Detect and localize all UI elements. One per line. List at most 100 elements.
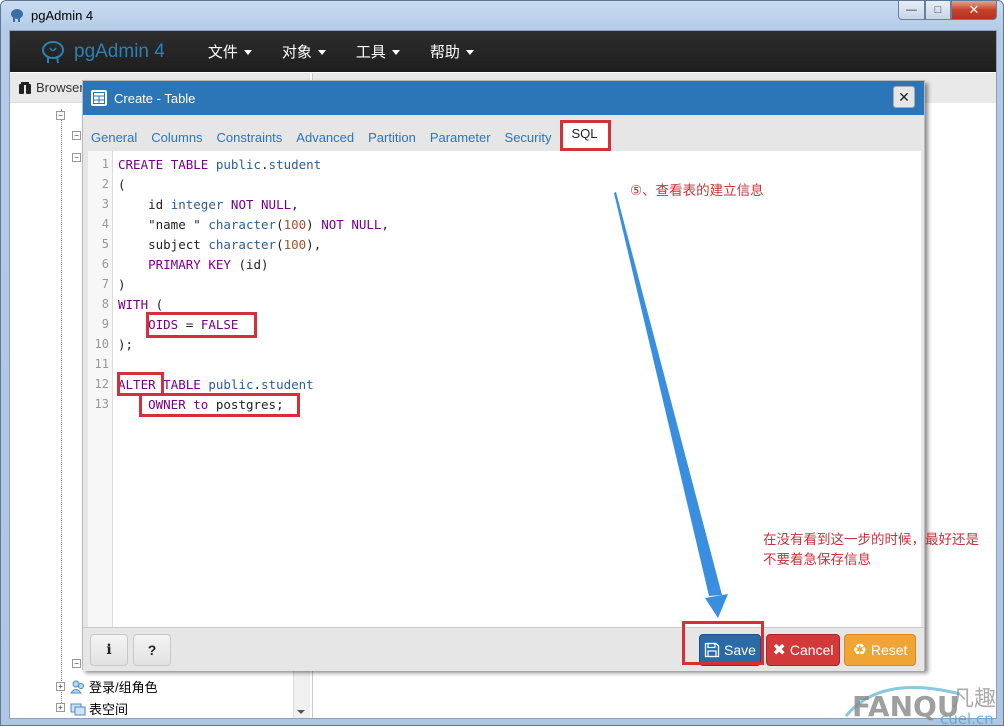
watermark-url: cuel.cn [940, 710, 994, 726]
cancel-label: Cancel [789, 642, 834, 658]
annotation-warning-line1: 在没有看到这一步的时候，最好还是 [763, 532, 979, 548]
menu-help-label: 帮助 [429, 44, 460, 61]
tree-collapse-toggle[interactable]: − [72, 153, 81, 162]
dialog-title: Create - Table [114, 90, 196, 106]
tab-sql[interactable]: SQL [559, 120, 611, 151]
tab-parameter[interactable]: Parameter [424, 119, 499, 151]
table-icon [91, 90, 107, 106]
menu-object[interactable]: 对象 [267, 41, 341, 62]
help-icon: ? [147, 642, 157, 658]
minimize-icon: — [906, 4, 917, 16]
tree-node-login-roles[interactable]: 登录/组角色 [70, 677, 158, 696]
dialog-tabs: General Columns Constraints Advanced Par… [83, 119, 924, 151]
dialog-close-button[interactable]: ✕ [893, 86, 915, 108]
maximize-icon: □ [934, 4, 942, 16]
tree-expand-toggle[interactable]: + [56, 703, 65, 712]
window-title-bar: pgAdmin 4 [9, 5, 93, 25]
code-line: 2( [88, 174, 921, 194]
code-text: CREATE TABLE public.student [118, 156, 322, 172]
menu-file[interactable]: 文件 [193, 41, 267, 62]
code-text: ); [118, 336, 134, 352]
maximize-button[interactable]: □ [925, 1, 951, 20]
watermark-logo: FANQU 凡趣 cuel.cn [844, 686, 996, 726]
code-line: 7) [88, 274, 921, 294]
reset-button[interactable]: ♻ Reset [844, 634, 916, 666]
line-number: 9 [101, 317, 109, 331]
tree-expand-toggle[interactable]: + [56, 682, 65, 691]
annotation-highlight-owner [139, 393, 300, 417]
menu-tools[interactable]: 工具 [341, 41, 415, 62]
brand[interactable]: pgAdmin 4 [40, 39, 165, 65]
annotation-highlight-save [682, 621, 764, 665]
tree-connector-line [61, 109, 62, 709]
dialog-header[interactable]: Create - Table ✕ [83, 81, 924, 115]
binoculars-icon [19, 81, 31, 94]
code-text: "name " character(100) NOT NULL, [148, 216, 389, 232]
tab-columns[interactable]: Columns [145, 119, 210, 151]
recycle-icon: ♻ [852, 642, 867, 659]
close-icon: ✕ [898, 88, 910, 105]
line-number: 12 [94, 377, 109, 391]
line-number: 6 [101, 257, 109, 271]
code-text: ) [118, 276, 126, 292]
code-line: 3 id integer NOT NULL, [88, 194, 921, 214]
tree-collapse-toggle[interactable]: − [72, 131, 81, 140]
code-line: 12 ALTER TABLE public.student [88, 374, 921, 394]
code-text: ( [118, 176, 126, 192]
annotation-step-note: ⑤、查看表的建立信息 [630, 183, 764, 199]
line-number: 8 [101, 297, 109, 311]
pgadmin-elephant-logo-icon [42, 40, 64, 63]
caret-down-icon [391, 50, 400, 55]
code-line: 5 subject character(100), [88, 234, 921, 254]
menu-help[interactable]: 帮助 [415, 41, 489, 62]
window-title: pgAdmin 4 [31, 7, 94, 23]
tab-general[interactable]: General [85, 119, 145, 151]
line-number: 4 [101, 217, 109, 231]
line-number: 1 [101, 157, 109, 171]
create-table-dialog: Create - Table ✕ General Columns Constra… [82, 80, 925, 671]
line-number: 7 [101, 277, 109, 291]
caret-down-icon [465, 50, 474, 55]
tree-collapse-toggle[interactable]: − [56, 111, 65, 120]
tab-partition[interactable]: Partition [362, 119, 424, 151]
menu-file-label: 文件 [207, 44, 238, 61]
tab-advanced[interactable]: Advanced [290, 119, 362, 151]
window-close-button[interactable]: ✕ [951, 1, 997, 20]
tab-security[interactable]: Security [499, 119, 560, 151]
minimize-button[interactable]: — [898, 1, 925, 20]
annotation-warning-line2: 不要着急保存信息 [763, 552, 871, 568]
watermark-text-cn: 凡趣 [952, 687, 996, 712]
tree-collapse-toggle[interactable]: − [72, 659, 81, 668]
login-roles-icon [70, 680, 84, 693]
code-line: 8 WITH ( [88, 294, 921, 314]
info-button[interactable]: i [90, 634, 128, 666]
line-number: 3 [101, 197, 109, 211]
tab-constraints[interactable]: Constraints [211, 119, 291, 151]
code-text: PRIMARY KEY (id) [148, 256, 269, 272]
code-text: id integer NOT NULL, [148, 196, 299, 212]
code-line: 4 "name " character(100) NOT NULL, [88, 214, 921, 234]
code-line: 6 PRIMARY KEY (id) [88, 254, 921, 274]
caret-down-icon [243, 50, 252, 55]
cancel-button[interactable]: ✖ Cancel [766, 634, 840, 666]
dialog-footer: i ? Save ✖ Cancel ♻ Reset [83, 627, 924, 671]
code-line: 1 CREATE TABLE public.student [88, 154, 921, 174]
tablespace-icon [70, 703, 86, 715]
close-icon: ✕ [968, 2, 980, 17]
menu-object-label: 对象 [281, 44, 312, 61]
line-number: 2 [101, 177, 109, 191]
window-controls: — □ ✕ [898, 1, 997, 20]
tree-node-tablespaces[interactable]: 表空间 [70, 699, 128, 718]
code-text: WITH ( [118, 296, 164, 312]
navbar: pgAdmin 4 文件 对象 工具 帮助 [10, 31, 996, 72]
line-number: 11 [94, 357, 109, 371]
line-number: 5 [101, 237, 109, 251]
x-icon: ✖ [772, 642, 786, 659]
code-line: 11 [88, 354, 921, 374]
brand-name: pgAdmin 4 [74, 40, 165, 62]
help-button[interactable]: ? [133, 634, 171, 666]
annotation-warning: 在没有看到这一步的时候，最好还是 不要着急保存信息 [763, 530, 979, 570]
caret-down-icon [317, 50, 326, 55]
menu-tools-label: 工具 [355, 44, 386, 61]
scroll-down-arrow-icon[interactable] [297, 710, 305, 714]
